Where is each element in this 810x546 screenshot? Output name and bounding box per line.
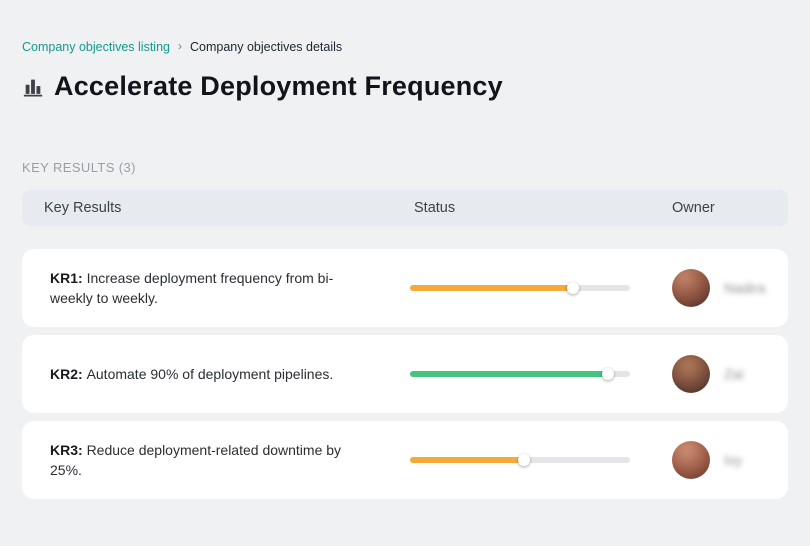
column-header-status: Status	[414, 200, 456, 216]
progress-fill	[410, 457, 525, 463]
key-results-section-label: KEY RESULTS (3)	[22, 160, 136, 175]
progress-bar	[410, 282, 630, 294]
chevron-right-icon: ›	[178, 39, 182, 53]
key-result-row-1[interactable]: KR1: Increase deployment frequency from …	[22, 249, 788, 327]
avatar	[672, 355, 710, 393]
page-title: Accelerate Deployment Frequency	[54, 71, 503, 101]
owner-cell: Ivy	[672, 441, 788, 479]
progress-bar	[410, 368, 630, 380]
building-icon	[22, 76, 44, 98]
key-result-label: KR1:	[50, 269, 87, 286]
key-result-label: KR3:	[50, 441, 87, 458]
owner-name: Ivy	[724, 452, 742, 468]
objective-details-page: Company objectives listing › Company obj…	[0, 0, 810, 546]
progress-handle	[566, 282, 579, 294]
owner-name: Zai	[724, 366, 744, 382]
key-result-description: Increase deployment frequency from bi-we…	[50, 269, 334, 306]
breadcrumb-link-listing[interactable]: Company objectives listing	[22, 40, 170, 54]
column-header-owner: Owner	[672, 200, 715, 216]
progress-fill	[410, 371, 608, 377]
key-result-description: Reduce deployment-related downtime by 25…	[50, 441, 342, 478]
progress-handle	[602, 368, 614, 380]
breadcrumb-current: Company objectives details	[190, 40, 343, 54]
avatar	[672, 269, 710, 307]
progress-handle	[518, 454, 531, 466]
owner-cell: Zai	[672, 355, 788, 393]
progress-fill	[410, 285, 573, 291]
breadcrumb: Company objectives listing › Company obj…	[22, 39, 788, 54]
key-results-list: KR1: Increase deployment frequency from …	[22, 249, 788, 499]
key-result-row-3[interactable]: KR3: Reduce deployment-related downtime …	[22, 421, 788, 499]
avatar	[672, 441, 710, 479]
owner-cell: Nadira	[672, 269, 788, 307]
key-result-row-2[interactable]: KR2: Automate 90% of deployment pipeline…	[22, 335, 788, 413]
key-result-text: KR2: Automate 90% of deployment pipeline…	[50, 364, 350, 384]
table-header: Key Results Status Owner	[22, 190, 788, 226]
key-result-text: KR3: Reduce deployment-related downtime …	[50, 440, 350, 481]
key-result-label: KR2:	[50, 365, 87, 382]
key-result-description: Automate 90% of deployment pipelines.	[86, 365, 334, 382]
owner-name: Nadira	[724, 280, 766, 296]
key-result-text: KR1: Increase deployment frequency from …	[50, 268, 350, 309]
progress-bar	[410, 454, 630, 466]
column-header-key-results: Key Results	[44, 200, 122, 216]
page-title-row: Accelerate Deployment Frequency	[22, 71, 788, 102]
